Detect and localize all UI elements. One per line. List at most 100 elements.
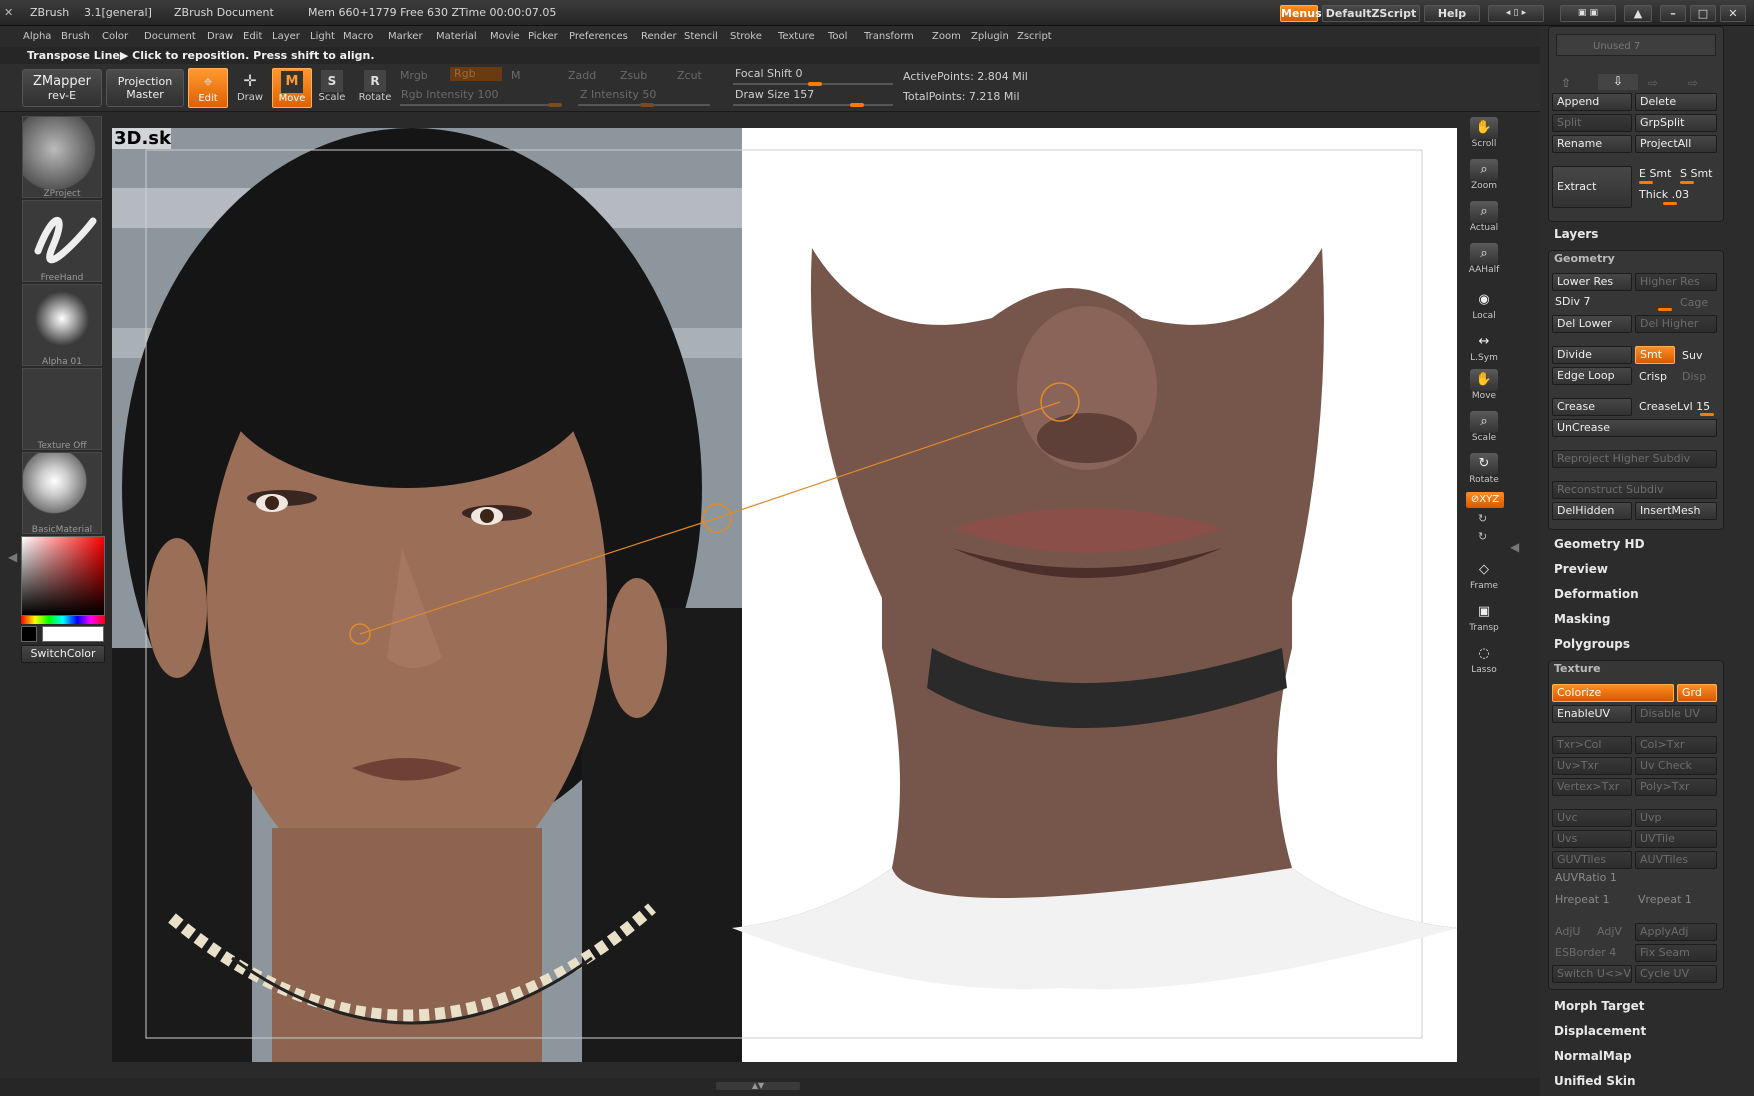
unused-subtool-slot[interactable]: Unused 7 [1556, 34, 1716, 56]
menu-zscript[interactable]: Zscript [1017, 31, 1052, 42]
zoom-button[interactable]: ⌕ Zoom [1464, 158, 1504, 196]
menu-macro[interactable]: Macro [343, 31, 373, 42]
deformation-section[interactable]: Deformation [1554, 587, 1639, 601]
menu-layer[interactable]: Layer [272, 31, 300, 42]
rename-button[interactable]: Rename [1552, 135, 1632, 153]
rgb-intensity-knob[interactable] [548, 103, 562, 107]
menu-transform[interactable]: Transform [864, 31, 914, 42]
panel-collapse-arrow-icon[interactable]: ◀ [1510, 540, 1519, 554]
cycle-uv-button[interactable]: Cycle UV [1635, 965, 1717, 983]
uvc-button[interactable]: Uvc [1552, 809, 1632, 827]
uvs-button[interactable]: Uvs [1552, 830, 1632, 848]
scroll-button[interactable]: ✋ Scroll [1464, 116, 1504, 154]
menu-render[interactable]: Render [641, 31, 677, 42]
transp-button[interactable]: ▣ Transp [1464, 600, 1504, 638]
alpha-thumb[interactable]: Alpha 01 [22, 284, 102, 367]
split-button[interactable]: Split [1552, 114, 1632, 132]
menu-material[interactable]: Material [436, 31, 477, 42]
primary-color-swatch[interactable] [42, 626, 104, 642]
crease-button[interactable]: Crease [1552, 398, 1632, 416]
uncrease-button[interactable]: UnCrease [1552, 419, 1717, 437]
divide-button[interactable]: Divide [1552, 346, 1632, 364]
apply-adj-button[interactable]: ApplyAdj [1635, 923, 1717, 941]
disable-uv-button[interactable]: Disable UV [1635, 705, 1717, 723]
maximize-icon[interactable]: □ [1690, 5, 1716, 22]
menu-zoom[interactable]: Zoom [932, 31, 961, 42]
sdiv-slider[interactable]: SDiv 7 [1555, 295, 1591, 308]
projectall-button[interactable]: ProjectAll [1635, 135, 1717, 153]
draw-size-knob[interactable] [850, 103, 864, 107]
menu-alpha[interactable]: Alpha [23, 31, 51, 42]
freehand-stroke-thumb[interactable]: FreeHand [22, 200, 102, 283]
auvratio-slider[interactable]: AUVRatio 1 [1555, 871, 1617, 884]
arrow-down-icon[interactable]: ⇩ [1598, 74, 1638, 90]
disp-slider[interactable]: Disp [1682, 370, 1706, 383]
grd-toggle[interactable]: Grd [1677, 684, 1717, 702]
hue-strip[interactable] [21, 616, 105, 624]
uvp-button[interactable]: Uvp [1635, 809, 1717, 827]
lasso-button[interactable]: ◌ Lasso [1464, 642, 1504, 680]
menu-color[interactable]: Color [102, 31, 128, 42]
color-picker-square[interactable] [21, 536, 105, 616]
crisp-toggle[interactable]: Crisp [1639, 370, 1667, 383]
z-intensity-knob[interactable] [640, 103, 654, 107]
guvtiles-button[interactable]: GUVTiles [1552, 851, 1632, 869]
layers-section[interactable]: Layers [1554, 227, 1598, 241]
scale-view-button[interactable]: ⌕ Scale [1464, 410, 1504, 448]
z-axis-icon[interactable]: ↻ [1478, 530, 1487, 543]
menu-picker[interactable]: Picker [528, 31, 558, 42]
layout-icon[interactable]: ▣ ▣ [1560, 5, 1616, 22]
morph-target-section[interactable]: Morph Target [1554, 999, 1645, 1013]
xyz-symmetry-button[interactable]: ⊘XYZ [1466, 492, 1504, 508]
focal-shift-knob[interactable] [808, 82, 822, 86]
poly-to-txr-button[interactable]: Poly>Txr [1635, 778, 1717, 796]
menu-preferences[interactable]: Preferences [569, 31, 628, 42]
colorize-toggle[interactable]: Colorize [1552, 684, 1674, 702]
lower-res-button[interactable]: Lower Res [1552, 273, 1632, 291]
s-smooth-knob[interactable] [1680, 181, 1694, 184]
del-higher-button[interactable]: Del Higher [1635, 315, 1717, 333]
masking-section[interactable]: Masking [1554, 612, 1610, 626]
zcut-button[interactable]: Zcut [677, 69, 702, 82]
col-to-txr-button[interactable]: Col>Txr [1635, 736, 1717, 754]
polygroups-section[interactable]: Polygroups [1554, 637, 1630, 651]
delete-button[interactable]: Delete [1635, 93, 1717, 111]
move-view-button[interactable]: ✋ Move [1464, 368, 1504, 406]
normalmap-section[interactable]: NormalMap [1554, 1049, 1632, 1063]
esborder-slider[interactable]: ESBorder 4 [1555, 946, 1616, 959]
txr-to-col-button[interactable]: Txr>Col [1552, 736, 1632, 754]
append-button[interactable]: Append [1552, 93, 1632, 111]
menu-edit[interactable]: Edit [243, 31, 262, 42]
preview-section[interactable]: Preview [1554, 562, 1608, 576]
shelf-collapse-arrow-icon[interactable]: ◀ [8, 550, 17, 564]
higher-res-button[interactable]: Higher Res [1635, 273, 1717, 291]
mrgb-button[interactable]: Mrgb [400, 69, 428, 82]
edit-tool-button[interactable]: ⌖ Edit [188, 68, 228, 108]
secondary-color-swatch[interactable] [21, 626, 37, 642]
crease-level-knob[interactable] [1700, 413, 1714, 416]
uvtile-button[interactable]: UVTile [1635, 830, 1717, 848]
e-smooth-slider[interactable]: E Smt [1639, 167, 1671, 180]
crease-level-slider[interactable]: CreaseLvl 15 [1639, 400, 1710, 413]
uv-check-button[interactable]: Uv Check [1635, 757, 1717, 775]
frame-button[interactable]: ◇ Frame [1464, 558, 1504, 596]
extract-button[interactable]: Extract [1552, 166, 1632, 208]
thickness-slider[interactable]: Thick .03 [1639, 188, 1689, 201]
menu-draw[interactable]: Draw [207, 31, 233, 42]
menu-zplugin[interactable]: Zplugin [971, 31, 1009, 42]
sculpt-model-view[interactable] [112, 128, 1457, 1062]
unified-skin-section[interactable]: Unified Skin [1554, 1074, 1635, 1088]
grpsplit-button[interactable]: GrpSplit [1635, 114, 1717, 132]
geometry-hd-section[interactable]: Geometry HD [1554, 537, 1645, 551]
scale-tool-button[interactable]: S Scale [312, 68, 352, 108]
rotate-view-button[interactable]: ↻ Rotate [1464, 452, 1504, 490]
edge-loop-button[interactable]: Edge Loop [1552, 367, 1632, 385]
menu-marker[interactable]: Marker [388, 31, 423, 42]
default-zscript-button[interactable]: DefaultZScript [1322, 5, 1420, 22]
insertmesh-button[interactable]: InsertMesh [1635, 502, 1717, 520]
thickness-knob[interactable] [1663, 202, 1677, 205]
fix-seam-button[interactable]: Fix Seam [1635, 944, 1717, 962]
menu-stroke[interactable]: Stroke [730, 31, 762, 42]
vrepeat-slider[interactable]: Vrepeat 1 [1638, 893, 1692, 906]
zsub-button[interactable]: Zsub [620, 69, 647, 82]
